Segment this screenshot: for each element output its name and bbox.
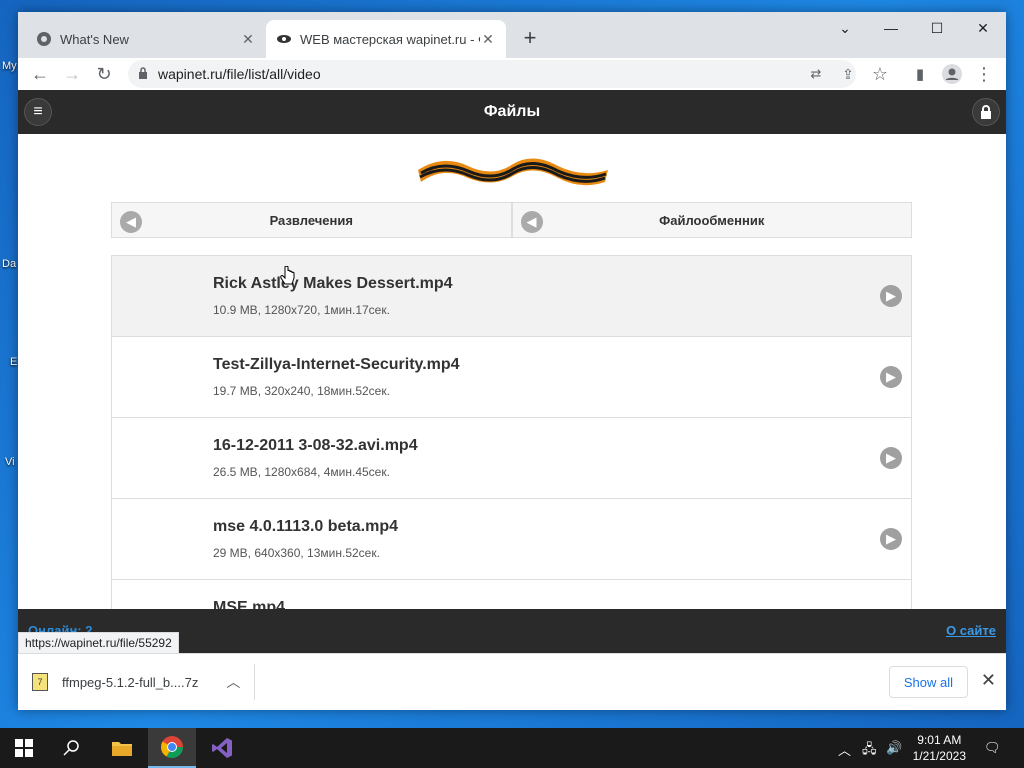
chevron-right-icon: ▶ <box>880 447 902 469</box>
tab-whats-new[interactable]: What's New ✕ <box>26 20 266 58</box>
download-filename: ffmpeg-5.1.2-full_b....7z <box>62 674 199 690</box>
lock-icon[interactable] <box>138 66 148 82</box>
url-text: wapinet.ru/file/list/all/video <box>158 66 321 82</box>
category-nav: ◀ Развлечения ◀ Файлообменник <box>111 202 912 238</box>
taskbar: ︿ 🖧 🔊 9:01 AM 1/21/2023 🗨 <box>0 728 1024 768</box>
desktop-icon-label[interactable]: Da <box>2 258 16 270</box>
close-tab-icon[interactable]: ✕ <box>480 31 496 48</box>
desktop-icon-label[interactable]: E <box>10 356 17 368</box>
network-icon[interactable]: 🖧 <box>862 740 877 762</box>
bookmark-star-icon[interactable]: ☆ <box>866 60 894 88</box>
back-icon[interactable]: ← <box>26 60 54 88</box>
tab-wapinet[interactable]: WEB мастерская wapinet.ru - Фа ✕ <box>266 20 506 58</box>
clock-date: 1/21/2023 <box>912 749 966 763</box>
forward-icon[interactable]: → <box>58 60 86 88</box>
desktop-icon-label[interactable]: My <box>2 60 17 72</box>
nav-label: Файлообменник <box>659 212 765 228</box>
arrow-left-icon: ◀ <box>520 211 543 233</box>
hand-cursor-icon <box>280 266 295 285</box>
archive-file-icon: 7 <box>32 673 48 691</box>
file-explorer-icon[interactable] <box>98 728 146 768</box>
about-link[interactable]: О сайте <box>946 623 996 638</box>
reload-icon[interactable]: ↻ <box>90 60 118 88</box>
chevron-up-icon[interactable]: ︿ <box>226 672 240 692</box>
link-status-bubble: https://wapinet.ru/file/55292 <box>18 632 179 654</box>
file-meta: 26.5 MB, 1280x684, 4мин.45сек. <box>213 465 390 479</box>
chevron-right-icon: ▶ <box>880 366 902 388</box>
download-shelf: 7 ffmpeg-5.1.2-full_b....7z ︿ Show all ✕ <box>18 653 1006 710</box>
search-icon[interactable] <box>48 728 96 768</box>
visual-studio-icon[interactable] <box>198 728 246 768</box>
web-page: ≡ Файлы ◀ Развлечения ◀ Файлообменник Ri… <box>18 90 1006 653</box>
file-meta: 29 MB, 640x360, 13мин.52сек. <box>213 546 380 560</box>
maximize-button[interactable]: ☐ <box>914 12 960 44</box>
volume-icon[interactable]: 🔊 <box>886 740 902 756</box>
tab-title: What's New <box>60 31 129 47</box>
page-title: Файлы <box>483 103 541 120</box>
nav-file-exchange-button[interactable]: ◀ Файлообменник <box>511 202 912 238</box>
list-item[interactable]: mse 4.0.1113.0 beta.mp4 29 MB, 640x360, … <box>112 499 911 580</box>
st-george-ribbon-icon <box>418 158 608 186</box>
chrome-icon <box>36 31 52 47</box>
close-window-button[interactable]: ✕ <box>960 12 1006 44</box>
file-name: 16-12-2011 3-08-32.avi.mp4 <box>213 437 418 454</box>
tab-search-icon[interactable]: ⌄ <box>822 12 868 44</box>
close-shelf-icon[interactable]: ✕ <box>981 670 996 691</box>
lock-login-icon[interactable] <box>972 98 1000 126</box>
file-list: Rick Astley Makes Dessert.mp4 10.9 MB, 1… <box>111 255 912 653</box>
minimize-button[interactable]: — <box>868 12 914 44</box>
system-clock[interactable]: 9:01 AM 1/21/2023 <box>913 732 966 764</box>
browser-toolbar: ← → ↻ wapinet.ru/file/list/all/video ⇄ ⇪… <box>18 58 1006 90</box>
close-tab-icon[interactable]: ✕ <box>240 31 256 48</box>
file-name: mse 4.0.1113.0 beta.mp4 <box>213 518 399 535</box>
show-all-button[interactable]: Show all <box>888 666 968 698</box>
clock-time: 9:01 AM <box>917 733 962 747</box>
tab-title: WEB мастерская wapinet.ru - Фа <box>300 31 480 47</box>
address-bar[interactable]: wapinet.ru/file/list/all/video <box>128 60 856 88</box>
site-header: ≡ Файлы <box>18 90 1006 134</box>
translate-icon[interactable]: ⇄ <box>802 60 830 88</box>
menu-kebab-icon[interactable]: ⋮ <box>970 60 998 88</box>
file-meta: 19.7 MB, 320x240, 18мин.52сек. <box>213 384 390 398</box>
arrow-left-icon: ◀ <box>120 211 142 233</box>
windows-logo-icon <box>15 739 33 757</box>
notification-icon[interactable]: 🗨 <box>984 740 1001 756</box>
file-name: Test-Zillya-Internet-Security.mp4 <box>213 356 460 373</box>
side-panel-icon[interactable]: ▮ <box>906 60 934 88</box>
nav-entertainment-button[interactable]: ◀ Развлечения <box>111 202 512 238</box>
file-name: Rick Astley Makes Dessert.mp4 <box>213 275 453 292</box>
divider <box>254 664 255 700</box>
list-item[interactable]: Rick Astley Makes Dessert.mp4 10.9 MB, 1… <box>112 256 911 337</box>
start-button[interactable] <box>0 728 48 768</box>
profile-avatar-icon[interactable] <box>938 60 966 88</box>
wapinet-favicon-icon <box>276 31 292 47</box>
list-item[interactable]: 16-12-2011 3-08-32.avi.mp4 26.5 MB, 1280… <box>112 418 911 499</box>
tab-strip: What's New ✕ WEB мастерская wapinet.ru -… <box>18 12 1006 58</box>
chevron-up-tray-icon[interactable]: ︿ <box>838 740 851 759</box>
desktop-icon-label[interactable]: Vi <box>5 456 15 468</box>
new-tab-button[interactable]: + <box>516 24 544 52</box>
download-item[interactable]: 7 ffmpeg-5.1.2-full_b....7z ︿ <box>32 664 240 700</box>
chrome-taskbar-icon[interactable] <box>148 728 196 768</box>
file-meta: 10.9 MB, 1280x720, 1мин.17сек. <box>213 303 390 317</box>
share-icon[interactable]: ⇪ <box>834 60 862 88</box>
nav-label: Развлечения <box>269 212 353 228</box>
list-item[interactable]: Test-Zillya-Internet-Security.mp4 19.7 M… <box>112 337 911 418</box>
chevron-right-icon: ▶ <box>880 528 902 550</box>
browser-window: What's New ✕ WEB мастерская wapinet.ru -… <box>18 12 1006 710</box>
chevron-right-icon: ▶ <box>880 285 902 307</box>
